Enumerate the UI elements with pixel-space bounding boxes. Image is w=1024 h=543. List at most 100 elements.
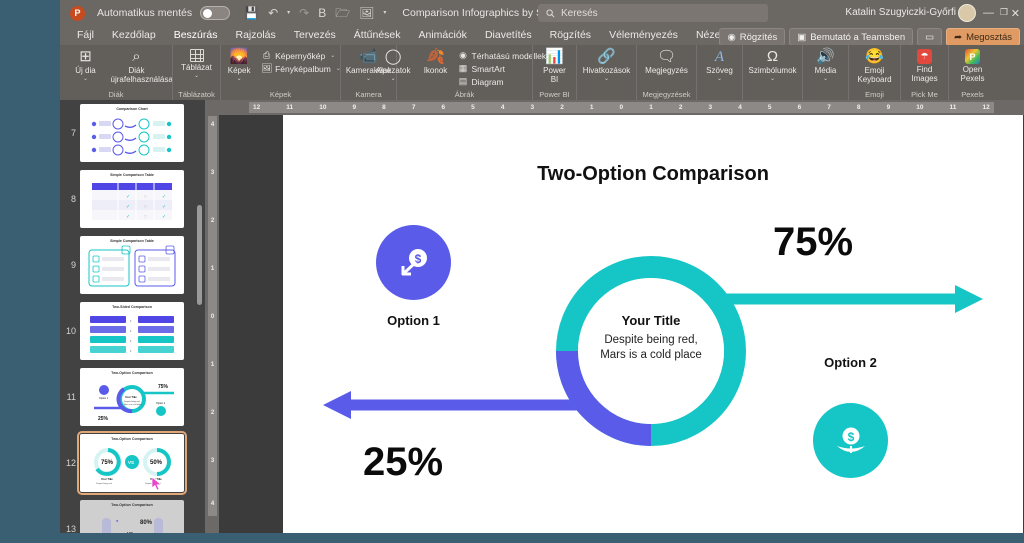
media-label: Média — [814, 66, 837, 75]
comments-button[interactable]: ▭ — [917, 28, 943, 46]
option1-label[interactable]: Option 1 — [346, 313, 481, 328]
tab-diavetites[interactable]: Diavetítés — [476, 26, 541, 45]
thumb-title: Two-Option Comparison — [111, 437, 153, 441]
slide-thumbnail-pane[interactable]: 7 Comparison Chart 8 Simple Comparison T… — [60, 100, 205, 533]
photo-album-button[interactable]: 🖼 Fényképalbum ⌄ — [261, 63, 341, 74]
list-item[interactable]: 12 Two-Option Comparison 75% VS 50% Your… — [60, 430, 205, 496]
record-button[interactable]: ◉ Rögzítés — [719, 28, 786, 46]
ribbon-action-buttons: ◉ Rögzítés ▣ Bemutató a Teamsben ▭ ➦ Meg… — [719, 28, 1020, 46]
autosave-toggle[interactable] — [200, 6, 231, 20]
tab-rajzolas[interactable]: Rajzolás — [227, 26, 285, 45]
tab-rogzites[interactable]: Rögzítés — [541, 26, 600, 45]
dollar-arrow-icon: $ — [401, 248, 427, 275]
slide-thumbnail-12[interactable]: Two-Option Comparison 75% VS 50% Your Ti… — [77, 431, 187, 495]
document-title[interactable]: Comparison Infographics by Sli... — [402, 7, 556, 19]
tab-animaciok[interactable]: Animációk — [410, 26, 476, 45]
media-button[interactable]: 🔊 Média ⌄ — [807, 48, 845, 83]
center-title[interactable]: Your Title — [551, 313, 751, 328]
maximize-button[interactable]: ❐ — [1000, 7, 1008, 18]
group-label-emoji: Emoji — [865, 90, 884, 99]
tab-velemenyezes[interactable]: Véleményezés — [600, 26, 687, 45]
redo-icon[interactable]: ↷ — [299, 7, 309, 19]
current-slide[interactable]: Two-Option Comparison Your Title Despite… — [283, 115, 1023, 533]
hruler-tick: 3 — [530, 104, 535, 111]
table-caret-icon[interactable]: ⌄ — [194, 73, 199, 79]
tab-attunesek[interactable]: Áttűnések — [345, 26, 410, 45]
thumb-graphic: 75% VS 50% Your Title Despite being red,… — [94, 448, 171, 485]
power-bi-icon: 📊 — [545, 48, 564, 65]
table-button[interactable]: Táblázat ⌄ — [178, 48, 216, 80]
open-icon[interactable]: 🗁 — [335, 7, 350, 19]
shapes-label: Alakzatok — [375, 66, 411, 75]
minimize-button[interactable]: — — [983, 7, 994, 19]
shapes-button[interactable]: ◯ Alakzatok ⌄ — [373, 48, 414, 83]
slide-thumbnail-8[interactable]: Simple Comparison Table ✓ □ ✓ ✓ □ ✓ ✓ □ … — [80, 170, 184, 228]
group-label-slides: Diák — [108, 90, 124, 99]
slide-thumbnail-11[interactable]: Two-Option Comparison 75% 25% Your Title… — [80, 368, 184, 426]
open-pexels-button[interactable]: P Open Pexels — [953, 48, 992, 84]
list-item[interactable]: 9 Simple Comparison Table — [60, 232, 205, 298]
new-comment-label: Megjegyzés — [645, 66, 688, 75]
window-frame-bottom — [0, 533, 1024, 543]
tab-kezdolap[interactable]: Kezdőlap — [103, 26, 165, 45]
symbols-button[interactable]: Ω Szimbólumok ⌄ — [746, 48, 800, 83]
account-name[interactable]: Katalin Szugyiczki-Győrfi — [845, 7, 956, 18]
start-slideshow-icon[interactable]: Β — [318, 7, 326, 19]
screenshot-caret-icon[interactable]: ⌄ — [330, 52, 335, 59]
undo-icon[interactable]: ↶ — [268, 7, 278, 19]
percent-right-label[interactable]: 75% — [773, 220, 853, 265]
new-slide-caret-icon[interactable]: ⌄ — [83, 76, 88, 82]
media-caret-icon[interactable]: ⌄ — [823, 76, 828, 82]
list-item[interactable]: 13 Two-Option Comparison 80% ● VS — [60, 496, 205, 533]
power-bi-button[interactable]: 📊 Power BI — [536, 48, 574, 85]
icons-label: Ikonok — [423, 66, 448, 75]
list-item[interactable]: 11 Two-Option Comparison 75% 25% Your Ti… — [60, 364, 205, 430]
slide-thumbnail-7[interactable]: Comparison Chart — [80, 104, 184, 162]
center-subtitle[interactable]: Despite being red, Mars is a cold place — [541, 333, 761, 363]
thumbnail-scrollbar[interactable] — [197, 205, 202, 305]
shapes-caret-icon[interactable]: ⌄ — [391, 76, 396, 82]
list-item[interactable]: 7 Comparison Chart — [60, 100, 205, 166]
svg-text:Despite being red,: Despite being red, — [96, 482, 113, 485]
option2-icon-circle[interactable]: $ — [813, 403, 888, 478]
option1-icon-circle[interactable]: $ — [376, 225, 451, 300]
slide-number: 8 — [70, 194, 76, 204]
vruler-tick: 3 — [210, 458, 215, 464]
text-button[interactable]: A Szöveg ⌄ — [701, 48, 739, 83]
emoji-keyboard-button[interactable]: 😂 Emoji Keyboard — [853, 48, 896, 85]
cameo-caret-icon[interactable]: ⌄ — [366, 76, 371, 82]
close-button[interactable]: ✕ — [1011, 7, 1020, 20]
picture-icon[interactable]: 🖼 — [359, 7, 374, 19]
new-slide-button[interactable]: ⊞ Új dia ⌄ — [67, 48, 105, 83]
search-box[interactable]: Keresés — [538, 4, 768, 22]
pictures-caret-icon[interactable]: ⌄ — [237, 76, 242, 82]
text-caret-icon[interactable]: ⌄ — [717, 76, 722, 82]
avatar[interactable] — [958, 4, 976, 22]
customize-qat-icon[interactable]: ▾ — [383, 10, 386, 16]
tab-fajl[interactable]: Fájl — [68, 26, 103, 45]
new-comment-button[interactable]: 🗨 Megjegyzés — [642, 48, 691, 76]
slide-thumbnail-10[interactable]: Two-Sided Comparison • • • • — [80, 302, 184, 360]
hruler-tick: 10 — [319, 104, 327, 111]
save-icon[interactable]: 💾 — [244, 7, 259, 19]
icons-button[interactable]: 🍂 Ikonok — [417, 48, 455, 76]
screenshot-button[interactable]: ⎙ Képernyőkép ⌄ — [261, 50, 341, 61]
thumb-graphic: ✓ □ ✓ ✓ □ ✓ ✓ □ ✓ — [92, 183, 172, 220]
share-button[interactable]: ➦ Megosztás — [946, 28, 1020, 46]
find-images-button[interactable]: ☂ Find Images — [905, 48, 944, 84]
list-item[interactable]: 8 Simple Comparison Table ✓ □ ✓ ✓ □ ✓ ✓ … — [60, 166, 205, 232]
slide-thumbnail-13[interactable]: Two-Option Comparison 80% ● VS — [80, 500, 184, 533]
reuse-slides-button[interactable]: ⌕ Diák újrafelhasználása — [108, 48, 173, 85]
undo-dropdown-icon[interactable]: ▾ — [287, 10, 290, 16]
slide-thumbnail-9[interactable]: Simple Comparison Table — [80, 236, 184, 294]
option2-label[interactable]: Option 2 — [783, 355, 918, 370]
tab-beszuras[interactable]: Beszúrás — [164, 26, 227, 46]
symbols-caret-icon[interactable]: ⌄ — [770, 76, 775, 82]
list-item[interactable]: 10 Two-Sided Comparison • • • • — [60, 298, 205, 364]
present-in-teams-button[interactable]: ▣ Bemutató a Teamsben — [789, 28, 914, 46]
links-button[interactable]: 🔗 Hivatkozások ⌄ — [580, 48, 634, 83]
pictures-button[interactable]: 🌄 Képek ⌄ — [220, 48, 258, 83]
tab-tervezes[interactable]: Tervezés — [285, 26, 345, 45]
links-caret-icon[interactable]: ⌄ — [604, 76, 609, 82]
percent-left-label[interactable]: 25% — [363, 440, 443, 485]
